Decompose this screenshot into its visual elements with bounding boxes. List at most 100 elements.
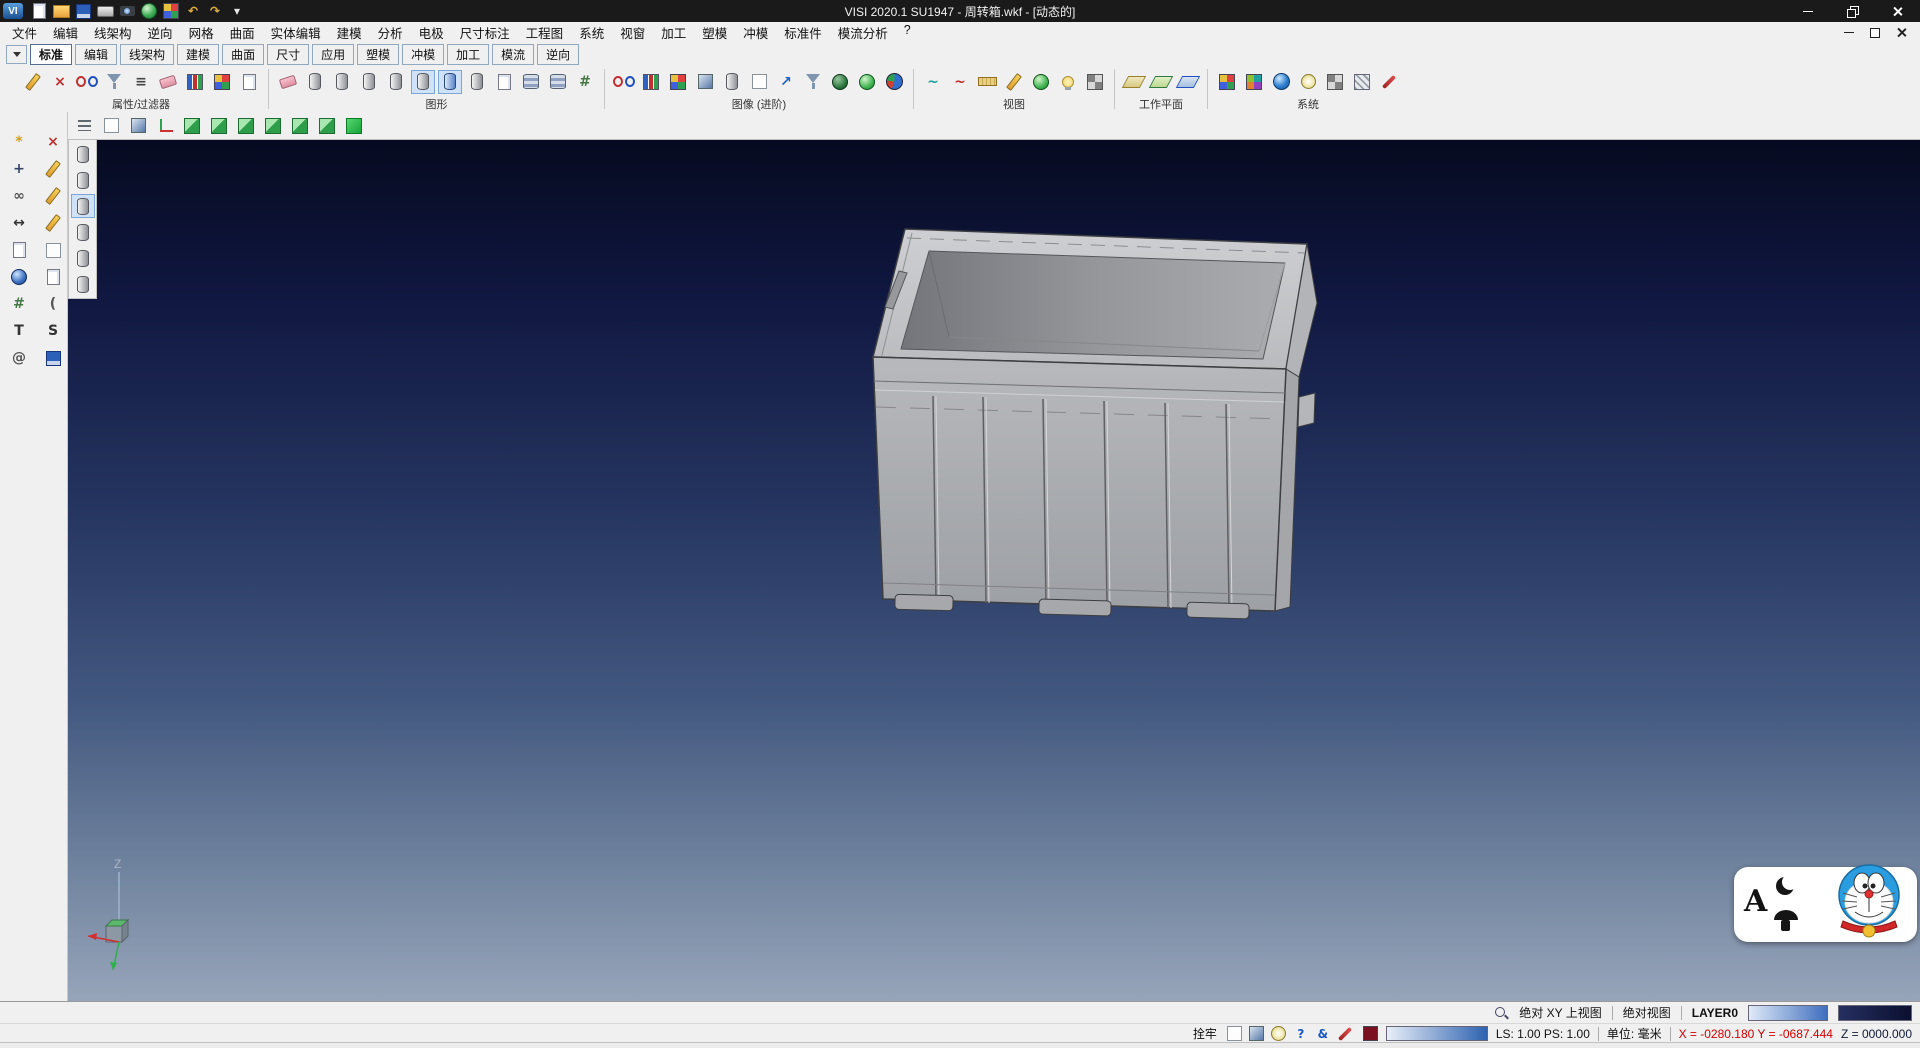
menu-item[interactable]: 分析	[370, 21, 411, 44]
plane-frame-icon[interactable]	[41, 238, 65, 262]
measure-icon[interactable]	[975, 70, 999, 94]
layer-all-icon[interactable]	[465, 70, 489, 94]
filter-glasses-icon[interactable]	[75, 70, 99, 94]
erase-attributes-icon[interactable]	[156, 70, 180, 94]
right-view-cube-icon[interactable]	[261, 114, 285, 138]
material-palette-icon[interactable]	[666, 70, 690, 94]
ribbon-tab[interactable]: 模流	[492, 44, 534, 65]
minimize-button[interactable]	[1785, 0, 1830, 22]
zoom-indicator[interactable]	[1386, 1026, 1488, 1041]
layer-off-icon[interactable]	[357, 70, 381, 94]
crate-model[interactable]	[861, 211, 1331, 641]
ribbon-tab[interactable]: 应用	[312, 44, 354, 65]
units-label[interactable]: 单位: 毫米	[1607, 1025, 1662, 1042]
save-icon[interactable]	[73, 1, 93, 21]
line-sketch-icon[interactable]	[41, 157, 65, 181]
menu-item[interactable]: 视窗	[612, 21, 653, 44]
menu-item[interactable]: 线架构	[86, 21, 140, 44]
shading-icon[interactable]	[693, 70, 717, 94]
menu-item[interactable]: 建模	[329, 21, 370, 44]
highlight-icon[interactable]	[1269, 1024, 1289, 1044]
menu-item[interactable]: 曲面	[222, 21, 263, 44]
palette-icon[interactable]	[161, 1, 181, 21]
notes-icon[interactable]	[41, 265, 65, 289]
app-logo-icon[interactable]: VI	[3, 3, 23, 19]
filter-layer-2-icon[interactable]	[71, 168, 95, 192]
top-view-cube-icon[interactable]	[207, 114, 231, 138]
pie-sphere-icon[interactable]	[882, 70, 906, 94]
menu-item[interactable]: 冲模	[735, 21, 776, 44]
publish-icon[interactable]	[139, 1, 159, 21]
menu-item[interactable]: 编辑	[45, 21, 86, 44]
store-icon[interactable]	[41, 346, 65, 370]
annotate-icon[interactable]	[1002, 70, 1026, 94]
properties-doc-icon[interactable]	[237, 70, 261, 94]
system-colors-icon[interactable]	[1215, 70, 1239, 94]
help-icon[interactable]: ?	[1291, 1024, 1311, 1044]
filter-layer-active-icon[interactable]	[71, 194, 95, 218]
light-icon[interactable]	[1056, 70, 1080, 94]
menu-item[interactable]: 工程图	[518, 21, 572, 44]
ribbon-tab[interactable]: 编辑	[75, 44, 117, 65]
ribbon-tab[interactable]: 塑模	[357, 44, 399, 65]
menu-item[interactable]: 加工	[653, 21, 694, 44]
shade-ball-icon[interactable]	[1029, 70, 1053, 94]
ribbon-tab[interactable]: 冲模	[402, 44, 444, 65]
menu-item[interactable]: 塑模	[694, 21, 735, 44]
front-view-cube-icon[interactable]	[234, 114, 258, 138]
shaded-view-icon[interactable]	[126, 114, 150, 138]
session-icon[interactable]: &	[1313, 1024, 1333, 1044]
menu-item[interactable]: 实体编辑	[263, 21, 329, 44]
print-icon[interactable]	[95, 1, 115, 21]
snap-face-icon[interactable]	[1247, 1024, 1267, 1044]
sheet-icon[interactable]	[7, 238, 31, 262]
quick-access-options-icon[interactable]: ▾	[227, 1, 247, 21]
move-icon[interactable]: ↔	[7, 211, 31, 235]
ribbon-tab[interactable]: 逆向	[537, 44, 579, 65]
spiral-icon[interactable]: @	[7, 346, 31, 370]
wireframe-icon[interactable]	[747, 70, 771, 94]
open-file-icon[interactable]	[51, 1, 71, 21]
menu-item[interactable]: ?	[896, 21, 919, 44]
mesh-display-icon[interactable]: #	[573, 70, 597, 94]
layer-database2-icon[interactable]	[546, 70, 570, 94]
snap-box-icon[interactable]	[1225, 1024, 1245, 1044]
dynamic-view-icon[interactable]: ↗	[774, 70, 798, 94]
curve-analysis-icon[interactable]: ~	[921, 70, 945, 94]
close-button[interactable]	[1875, 0, 1920, 22]
snap-lock-label[interactable]: 拴牢	[1193, 1025, 1217, 1042]
grid-display-icon[interactable]	[1083, 70, 1107, 94]
menu-item[interactable]: 标准件	[776, 21, 830, 44]
new-file-icon[interactable]	[29, 1, 49, 21]
snap-grid-icon[interactable]	[1323, 70, 1347, 94]
tools-small-icon[interactable]	[1335, 1024, 1355, 1044]
layer-current-icon[interactable]	[411, 70, 435, 94]
layer-icon[interactable]	[303, 70, 327, 94]
active-layer-label[interactable]: LAYER0	[1692, 1006, 1738, 1020]
layer-database-icon[interactable]	[519, 70, 543, 94]
workplane-axes-icon[interactable]	[1149, 70, 1173, 94]
left-view-cube-icon[interactable]	[315, 114, 339, 138]
menu-item[interactable]: 系统	[571, 21, 612, 44]
ribbon-tab[interactable]: 曲面	[222, 44, 264, 65]
filter-layer-1-icon[interactable]	[71, 142, 95, 166]
doc-minimize-button[interactable]	[1840, 25, 1858, 40]
absolute-view-label[interactable]: 绝对视图	[1623, 1004, 1671, 1021]
ribbon-tab[interactable]: 标准	[30, 44, 72, 65]
filter-layer-5-icon[interactable]	[71, 246, 95, 270]
render-glasses-icon[interactable]	[612, 70, 636, 94]
world-icon[interactable]	[1269, 70, 1293, 94]
origin-axes-icon[interactable]	[153, 114, 177, 138]
modify-icon[interactable]	[41, 211, 65, 235]
menu-item[interactable]: 网格	[181, 21, 222, 44]
filter-layer-4-icon[interactable]	[71, 220, 95, 244]
hatch-pattern-icon[interactable]	[1350, 70, 1374, 94]
menu-item[interactable]: 模流分析	[830, 21, 896, 44]
tools-icon[interactable]	[1377, 70, 1401, 94]
delete-icon[interactable]: ×	[41, 130, 65, 154]
layer-freeze-icon[interactable]	[384, 70, 408, 94]
restore-button[interactable]	[1830, 0, 1875, 22]
attribute-histogram-icon[interactable]	[183, 70, 207, 94]
point-icon[interactable]: +	[7, 157, 31, 181]
render-filter-icon[interactable]	[801, 70, 825, 94]
